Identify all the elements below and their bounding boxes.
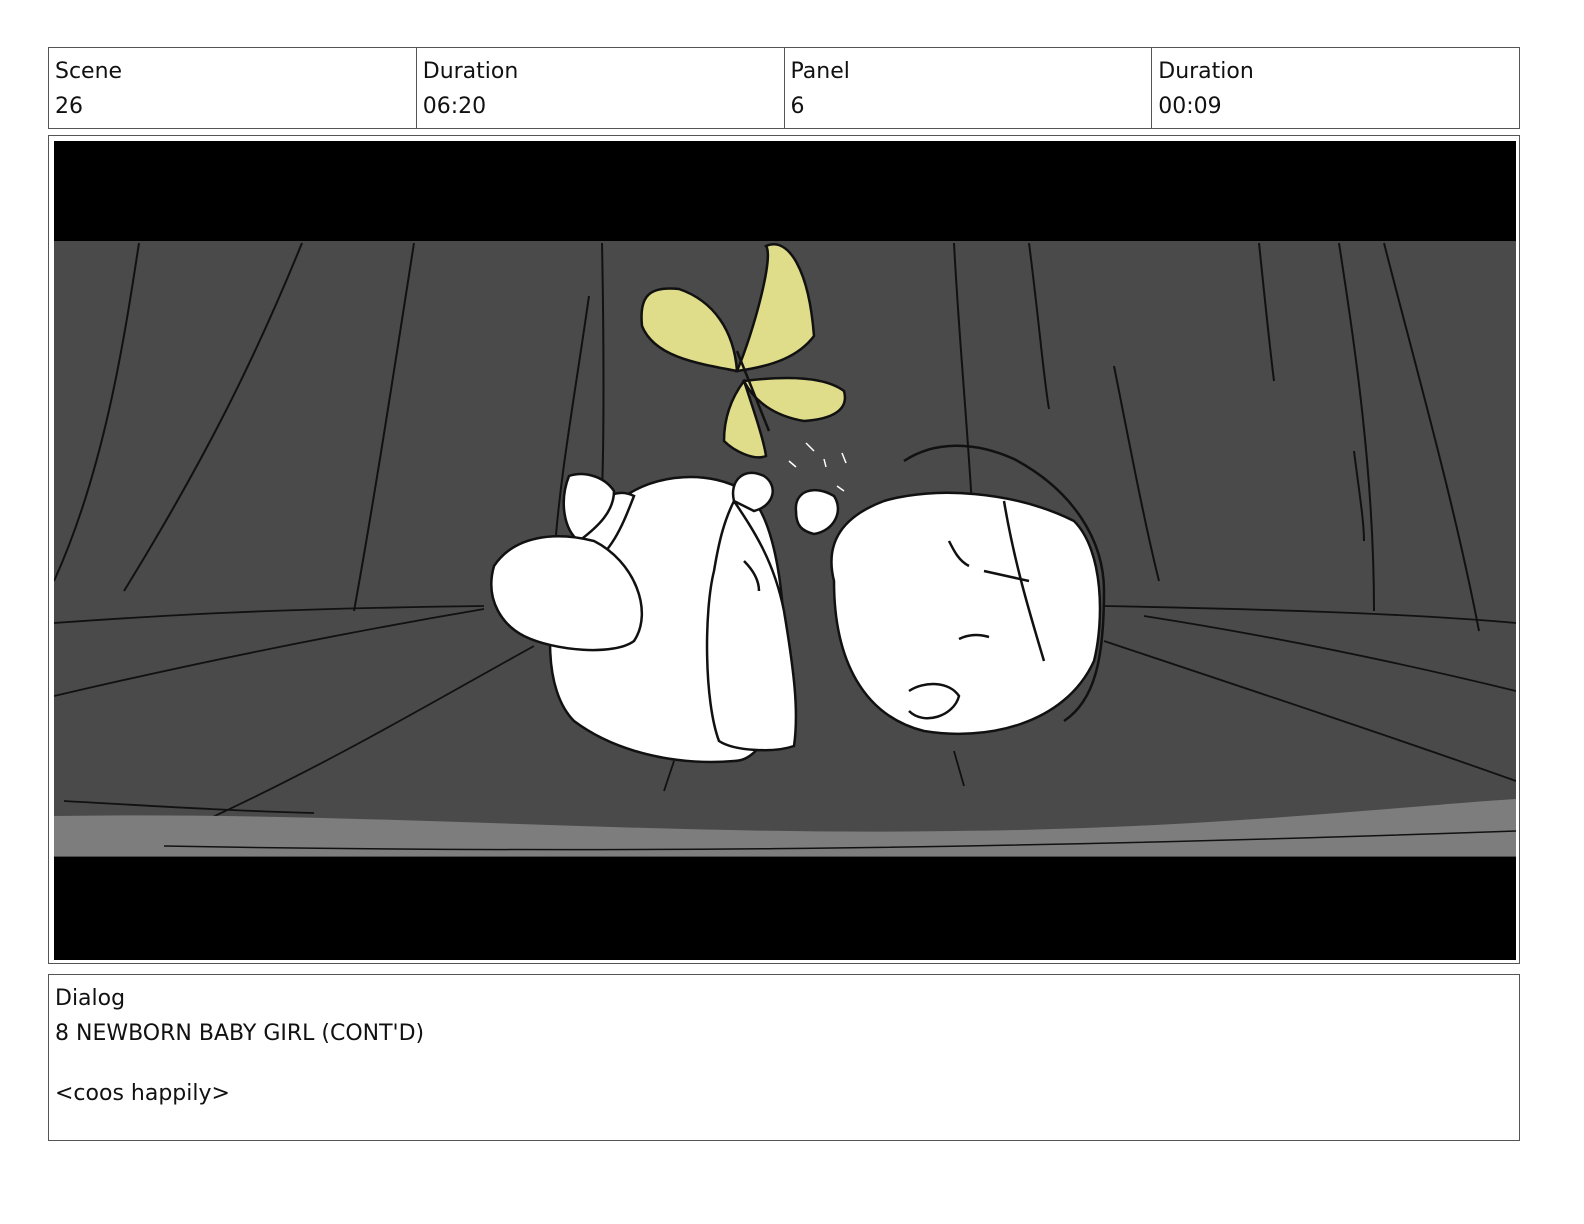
scene-cell: Scene 26 bbox=[49, 48, 417, 128]
scene-value: 26 bbox=[55, 94, 83, 119]
dialog-spacer bbox=[55, 1051, 1513, 1076]
panel-cell: Panel 6 bbox=[785, 48, 1153, 128]
scene-duration-label: Duration bbox=[422, 59, 519, 84]
letterbox-top bbox=[54, 141, 1516, 241]
shot-info-header: Scene 26 Duration 06:20 Panel 6 Duration… bbox=[48, 47, 1520, 129]
dialog-box: Dialog 8 NEWBORN BABY GIRL (CONT'D) <coo… bbox=[48, 974, 1520, 1141]
panel-duration-label: Duration bbox=[1158, 59, 1254, 84]
panel-duration-cell: Duration 00:09 bbox=[1152, 48, 1519, 128]
scene-label: Scene bbox=[55, 59, 123, 84]
scene-duration-cell: Duration 06:20 bbox=[417, 48, 785, 128]
dialog-speaker: 8 NEWBORN BABY GIRL (CONT'D) bbox=[55, 1021, 425, 1046]
panel-drawing bbox=[54, 141, 1516, 960]
dialog-line: <coos happily> bbox=[55, 1081, 230, 1106]
panel-duration-value: 00:09 bbox=[1158, 94, 1222, 119]
storyboard-panel bbox=[48, 135, 1520, 964]
scene-duration-value: 06:20 bbox=[422, 94, 487, 119]
panel-label: Panel bbox=[790, 59, 850, 84]
letterbox-bottom bbox=[54, 857, 1516, 960]
panel-value: 6 bbox=[790, 94, 805, 119]
dialog-label: Dialog bbox=[55, 986, 126, 1011]
